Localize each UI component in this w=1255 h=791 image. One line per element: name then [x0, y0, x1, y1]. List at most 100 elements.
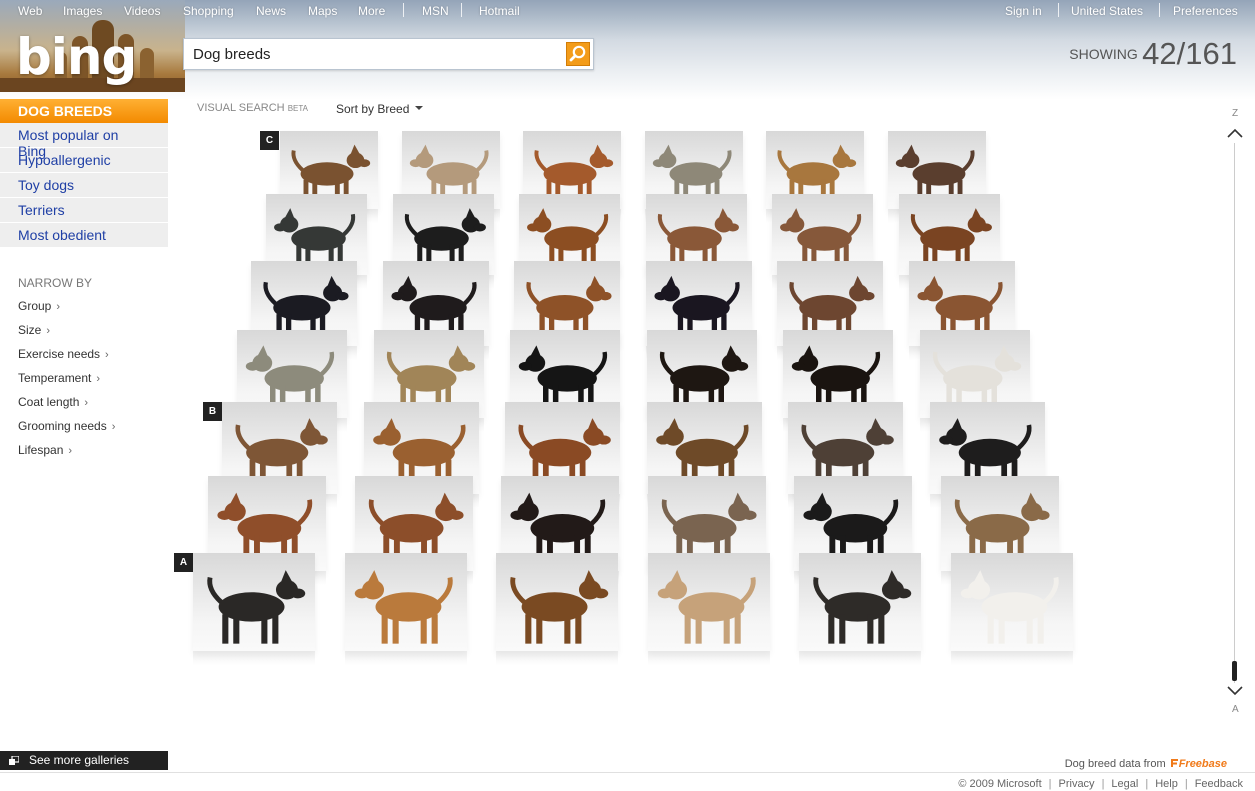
header-bar: Web Images Videos Shopping News Maps Mor…	[0, 0, 1255, 100]
caret-down-icon	[414, 106, 423, 110]
visual-search-label: VISUAL SEARCH BETA	[197, 102, 308, 114]
footer: © 2009 Microsoft | Privacy | Legal | Help | Feed…	[958, 778, 1243, 790]
sort-dropdown[interactable]: Sort by Breed	[336, 102, 423, 116]
copyright: © 2009 Microsoft	[958, 778, 1042, 790]
sidebar-title[interactable]: DOG BREEDS	[0, 99, 168, 123]
slider-top-label: Z	[1232, 108, 1239, 119]
filter-grooming-needs[interactable]: Grooming needs ›	[18, 419, 115, 433]
dog-photo	[657, 570, 756, 644]
country-link[interactable]: United States	[1071, 4, 1143, 18]
filter-label: Lifespan	[18, 443, 64, 457]
dog-photo	[354, 570, 453, 644]
chevron-right-icon: ›	[56, 301, 61, 313]
thumbnail-reflection	[951, 651, 1073, 665]
nav-maps[interactable]: Maps	[308, 4, 337, 18]
chevron-right-icon: ›	[111, 421, 116, 433]
dog-photo	[960, 570, 1059, 644]
results-count: SHOWING 42/161	[1069, 36, 1237, 72]
nav-images[interactable]: Images	[63, 4, 102, 18]
row-marker-b[interactable]: B	[203, 402, 222, 421]
nav-news[interactable]: News	[256, 4, 286, 18]
nav-divider	[461, 3, 462, 17]
beta-badge: BETA	[287, 104, 308, 113]
filter-label: Temperament	[18, 371, 92, 385]
dog-photo	[813, 570, 912, 644]
slider-track[interactable]	[1234, 143, 1235, 683]
showing-label: SHOWING	[1069, 46, 1138, 62]
nav-web[interactable]: Web	[18, 4, 42, 18]
dog-photo	[207, 570, 306, 644]
filter-label: Size	[18, 323, 42, 337]
help-link[interactable]: Help	[1155, 778, 1178, 790]
breed-thumbnail[interactable]	[345, 553, 467, 665]
sidebar-item-terriers[interactable]: Terriers	[0, 198, 168, 223]
see-more-label: See more galleries	[29, 753, 130, 767]
gallery-icon	[9, 756, 19, 765]
breed-thumbnail[interactable]	[648, 553, 770, 665]
slider-thumb[interactable]	[1232, 661, 1237, 681]
nav-shopping[interactable]: Shopping	[183, 4, 234, 18]
chevron-right-icon: ›	[105, 349, 109, 361]
sort-label: Sort by Breed	[336, 102, 410, 116]
data-credit: Dog breed data from Freebase	[1065, 758, 1227, 770]
nav-divider	[1058, 3, 1059, 17]
chevron-right-icon: ›	[84, 397, 89, 409]
thumbnail-reflection	[648, 651, 770, 665]
feedback-link[interactable]: Feedback	[1195, 778, 1243, 790]
dog-photo	[510, 570, 609, 644]
search-button[interactable]	[566, 42, 590, 66]
chevron-down-icon[interactable]	[1226, 684, 1244, 698]
bing-logo[interactable]: bing	[16, 28, 137, 86]
nav-videos[interactable]: Videos	[124, 4, 160, 18]
chevron-right-icon: ›	[46, 325, 51, 337]
legal-link[interactable]: Legal	[1111, 778, 1138, 790]
filter-coat-length[interactable]: Coat length ›	[18, 395, 88, 409]
nav-divider	[1159, 3, 1160, 17]
sidebar-item-most-popular[interactable]: Most popular on Bing	[0, 123, 168, 159]
search-icon	[569, 45, 586, 62]
thumbnail-reflection	[799, 651, 921, 665]
nav-hotmail[interactable]: Hotmail	[479, 4, 520, 18]
top-navigation: Web Images Videos Shopping News Maps Mor…	[0, 0, 1255, 22]
thumbnail-reflection	[496, 651, 618, 665]
breed-thumbnail[interactable]	[951, 553, 1073, 665]
narrow-by-heading: NARROW BY	[18, 276, 93, 290]
breed-thumbnail[interactable]	[799, 553, 921, 665]
nav-divider	[403, 3, 404, 17]
preferences-link[interactable]: Preferences	[1173, 4, 1238, 18]
chevron-right-icon: ›	[68, 445, 73, 457]
breed-thumbnail[interactable]	[496, 553, 618, 665]
showing-count: 42/161	[1142, 36, 1237, 71]
thumbnail-reflection	[345, 651, 467, 665]
sidebar-item-most-obedient[interactable]: Most obedient	[0, 223, 168, 248]
search-input[interactable]	[193, 46, 553, 63]
search-box	[183, 38, 594, 70]
filter-lifespan[interactable]: Lifespan ›	[18, 443, 72, 457]
filter-label: Group	[18, 299, 52, 313]
sidebar-item-toy-dogs[interactable]: Toy dogs	[0, 173, 168, 198]
chevron-right-icon: ›	[96, 373, 101, 385]
thumbnail-reflection	[193, 651, 315, 665]
filter-group[interactable]: Group ›	[18, 299, 60, 313]
sidebar-item-hypoallergenic[interactable]: Hypoallergenic	[0, 148, 168, 173]
filter-exercise-needs[interactable]: Exercise needs ›	[18, 347, 109, 361]
freebase-logo[interactable]: Freebase	[1169, 758, 1227, 770]
see-more-galleries-button[interactable]: See more galleries	[0, 751, 168, 770]
breed-thumbnail[interactable]	[193, 553, 315, 665]
nav-msn[interactable]: MSN	[422, 4, 449, 18]
filter-label: Grooming needs	[18, 419, 107, 433]
freebase-icon	[1170, 759, 1178, 767]
filter-temperament[interactable]: Temperament ›	[18, 371, 100, 385]
zoom-slider[interactable]: Z A	[1222, 100, 1248, 720]
chevron-up-icon[interactable]	[1226, 126, 1244, 140]
nav-more[interactable]: More	[358, 4, 385, 18]
row-marker-c[interactable]: C	[260, 131, 279, 150]
sign-in-link[interactable]: Sign in	[1005, 4, 1042, 18]
privacy-link[interactable]: Privacy	[1059, 778, 1095, 790]
filter-label: Exercise needs	[18, 347, 101, 361]
row-marker-a[interactable]: A	[174, 553, 193, 572]
footer-divider	[0, 772, 1255, 773]
filter-size[interactable]: Size ›	[18, 323, 50, 337]
freebase-label: Freebase	[1178, 758, 1227, 770]
sidebar: DOG BREEDS Most popular on Bing Hypoalle…	[0, 99, 168, 248]
